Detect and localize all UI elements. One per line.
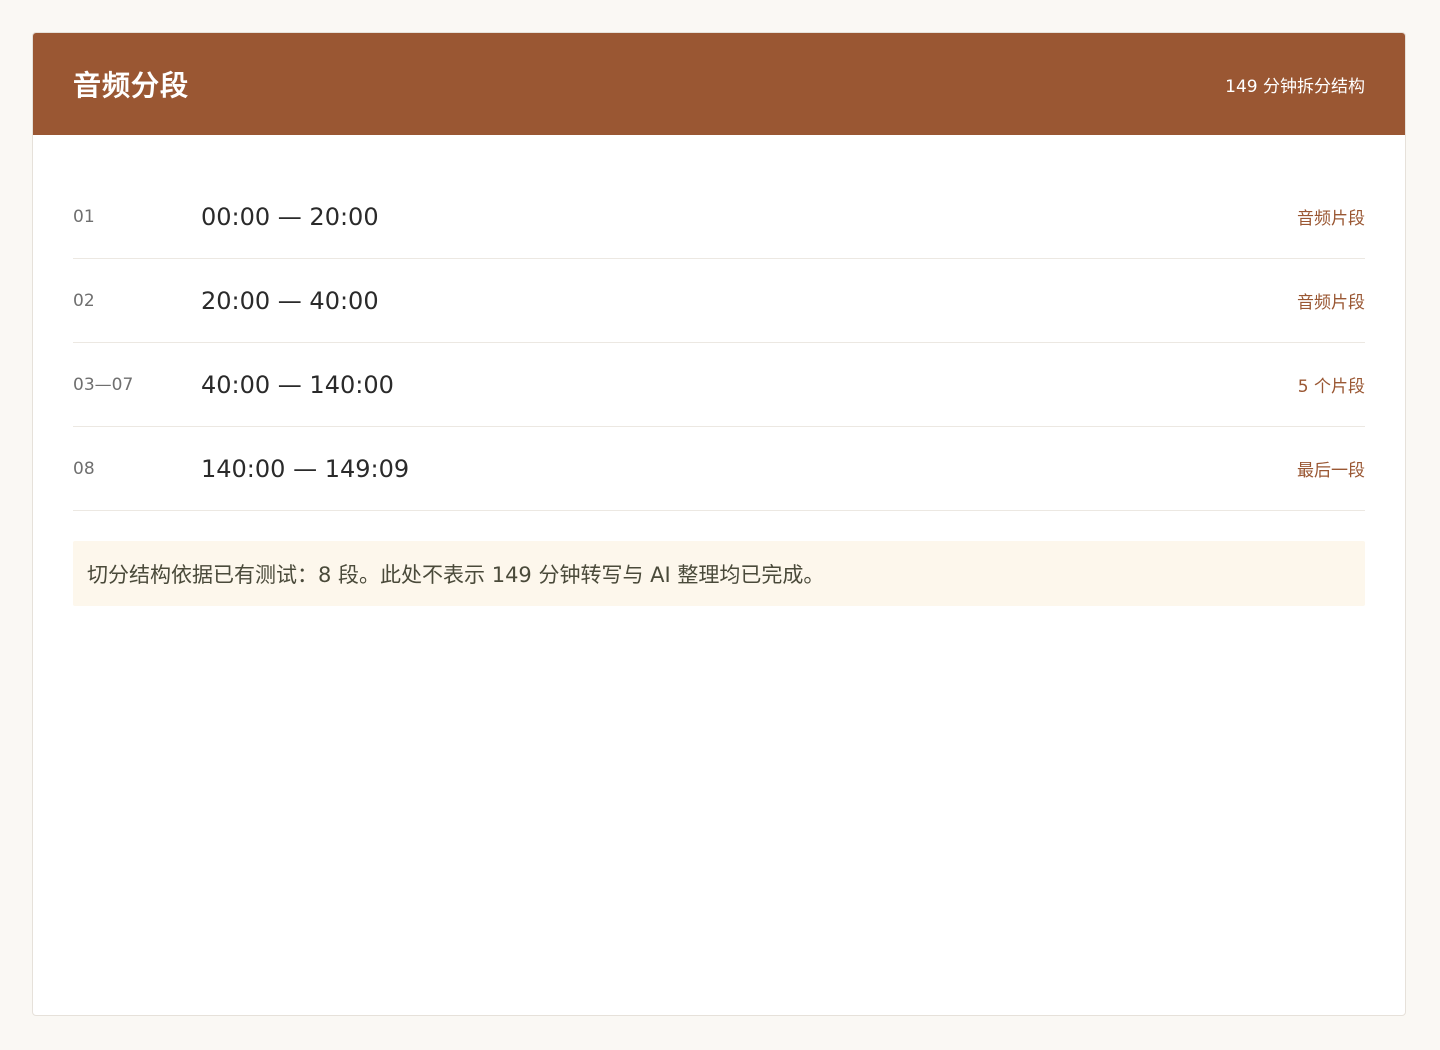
segment-time-range: 20:00 — 40:00	[201, 286, 379, 315]
segment-row: 01 00:00 — 20:00 音频片段	[73, 175, 1365, 259]
card-header: 音频分段 149 分钟拆分结构	[33, 33, 1405, 135]
segment-row: 03—07 40:00 — 140:00 5 个片段	[73, 343, 1365, 427]
segment-row: 08 140:00 — 149:09 最后一段	[73, 427, 1365, 511]
card-title: 音频分段	[73, 69, 190, 102]
segment-time-range: 140:00 — 149:09	[201, 454, 410, 483]
segment-index: 03—07	[73, 374, 134, 395]
note-banner: 切分结构依据已有测试：8 段。此处不表示 149 分钟转写与 AI 整理均已完成…	[73, 541, 1365, 606]
segment-tag: 音频片段	[1297, 209, 1365, 229]
segment-list: 01 00:00 — 20:00 音频片段 02 20:00 — 40:00 音…	[73, 175, 1365, 511]
note-text: 切分结构依据已有测试：8 段。此处不表示 149 分钟转写与 AI 整理均已完成…	[87, 562, 825, 587]
segment-time-range: 40:00 — 140:00	[201, 370, 394, 399]
segment-row: 02 20:00 — 40:00 音频片段	[73, 259, 1365, 343]
segment-tag: 最后一段	[1297, 461, 1365, 481]
segment-index: 01	[73, 206, 95, 227]
segments-card: 音频分段 149 分钟拆分结构 01 00:00 — 20:00 音频片段 02…	[32, 32, 1406, 1016]
segment-time-range: 00:00 — 20:00	[201, 202, 379, 231]
segment-index: 02	[73, 290, 95, 311]
card-body: 01 00:00 — 20:00 音频片段 02 20:00 — 40:00 音…	[33, 135, 1405, 606]
segment-tag: 音频片段	[1297, 293, 1365, 313]
card-subtitle: 149 分钟拆分结构	[1225, 76, 1365, 97]
segment-index: 08	[73, 458, 95, 479]
segment-tag: 5 个片段	[1297, 377, 1365, 397]
